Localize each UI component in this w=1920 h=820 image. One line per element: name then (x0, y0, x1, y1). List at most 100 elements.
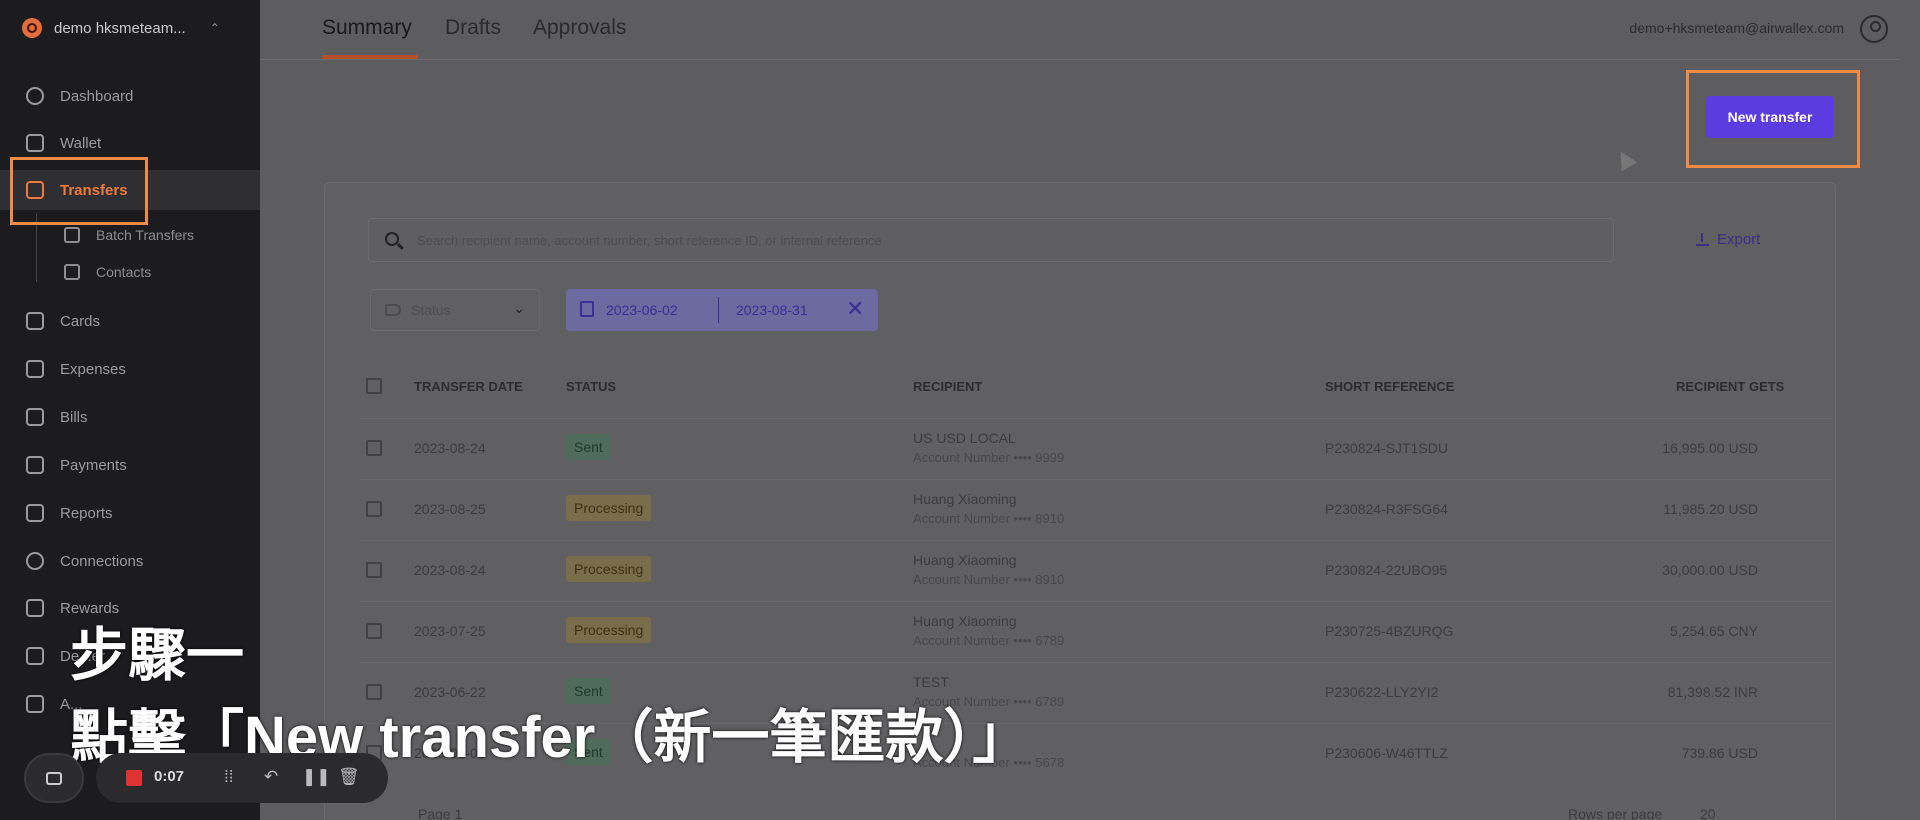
rows-per-page-label: Rows per page (1568, 806, 1663, 820)
recipient-account: Account Number •••• 6789 (913, 633, 1065, 648)
undo-icon[interactable]: ↶ (264, 767, 278, 787)
recipient-name: Huang Xiaoming (913, 552, 1017, 568)
recipient-gets-amount: 5,254.65 CNY (1670, 623, 1758, 639)
recipient-account: Account Number •••• 8910 (913, 511, 1065, 526)
sidebar-item-bills[interactable]: Bills (0, 397, 260, 437)
tag-icon (385, 304, 401, 316)
status-badge: Processing (566, 617, 652, 643)
header-status[interactable]: STATUS (566, 379, 616, 394)
report-icon (26, 504, 44, 522)
row-checkbox[interactable] (366, 501, 382, 517)
header-short-reference[interactable]: SHORT REFERENCE (1325, 379, 1454, 394)
status-filter[interactable]: Status ⌄ (370, 289, 540, 331)
caption-step: 步驟一 (70, 623, 245, 688)
recipient-gets-amount: 11,985.20 USD (1663, 501, 1758, 517)
sidebar-item-label: Reports (60, 504, 113, 522)
grid-icon[interactable]: ⁞⁞ (224, 767, 233, 787)
mouse-cursor-icon (1612, 146, 1638, 172)
date-to: 2023-08-31 (736, 302, 808, 318)
status-badge: Processing (566, 556, 652, 582)
export-label: Export (1717, 231, 1761, 248)
building-icon (26, 695, 44, 713)
transfer-date: 2023-07-25 (414, 623, 486, 639)
org-logo-icon (22, 18, 42, 38)
transfer-date: 2023-08-24 (414, 562, 486, 578)
sidebar-item-label: Expenses (60, 360, 126, 378)
tab-drafts[interactable]: Drafts (445, 16, 501, 40)
recipient-name: US USD LOCAL (913, 430, 1016, 446)
search-input[interactable]: Search recipient name, account number, s… (368, 218, 1614, 262)
recipient-gets-amount: 81,398.52 INR (1667, 684, 1758, 700)
header-transfer-date[interactable]: TRANSFER DATE (414, 379, 523, 394)
date-separator (718, 297, 719, 323)
expenses-icon (26, 360, 44, 378)
recipient-gets-amount: 30,000.00 USD (1662, 562, 1758, 578)
sidebar-item-reports[interactable]: Reports (0, 493, 260, 533)
header-recipient[interactable]: RECIPIENT (913, 379, 982, 394)
recipient-gets-amount: 739.86 USD (1681, 745, 1758, 761)
contacts-icon (64, 264, 80, 280)
monitor-icon (26, 647, 44, 665)
tab-summary[interactable]: Summary (322, 16, 412, 40)
pause-icon[interactable]: ❚❚ (302, 767, 331, 787)
sidebar-item-label: Cards (60, 312, 101, 330)
sidebar-item-label: Connections (60, 552, 144, 570)
org-name: demo hksmeteam... (54, 19, 186, 37)
chevron-updown-icon: ⌃ (209, 21, 220, 35)
short-reference: P230824-22UBO95 (1325, 562, 1448, 578)
sidebar-item-contacts[interactable]: Contacts (0, 255, 260, 289)
camera-toggle[interactable] (24, 753, 84, 803)
search-placeholder: Search recipient name, account number, s… (417, 233, 882, 248)
trophy-icon (26, 599, 44, 617)
header-recipient-gets[interactable]: RECIPIENT GETS (1676, 379, 1784, 394)
recording-controls: 0:07 ⁞⁞ ↶ ❚❚ 🗑 (96, 753, 388, 803)
trash-icon[interactable]: 🗑 (338, 767, 360, 787)
recipient-name: TEST (913, 674, 949, 690)
select-all-checkbox[interactable] (366, 378, 382, 394)
sidebar-item-connections[interactable]: Connections (0, 541, 260, 581)
sidebar-item-label: Bills (60, 408, 88, 426)
sidebar-item-payments[interactable]: Payments (0, 445, 260, 485)
sidebar-item-label: Batch Transfers (96, 227, 195, 243)
row-checkbox[interactable] (366, 440, 382, 456)
export-button[interactable]: Export (1696, 231, 1760, 248)
highlight-transfers (10, 157, 148, 225)
short-reference: P230725-4BZURQG (1325, 623, 1454, 639)
user-profile-icon[interactable] (1860, 15, 1888, 43)
sidebar-item-label: Dashboard (60, 87, 134, 105)
recipient-account: Account Number •••• 9999 (913, 450, 1065, 465)
short-reference: P230824-SJT1SDU (1325, 440, 1448, 456)
row-checkbox[interactable] (366, 623, 382, 639)
row-checkbox[interactable] (366, 562, 382, 578)
status-badge: Sent (566, 434, 611, 460)
sidebar-item-expenses[interactable]: Expenses (0, 349, 260, 389)
tab-approvals[interactable]: Approvals (533, 16, 626, 40)
sidebar-item-dashboard[interactable]: Dashboard (0, 76, 260, 116)
org-switcher[interactable]: demo hksmeteam... ⌃ (22, 18, 220, 38)
sidebar-item-cards[interactable]: Cards (0, 301, 260, 341)
date-from: 2023-06-02 (606, 302, 678, 318)
bills-icon (26, 408, 44, 426)
chevron-down-icon: ⌄ (513, 300, 525, 316)
sidebar-item-label: Contacts (96, 264, 152, 280)
download-icon (1696, 233, 1709, 246)
status-badge: Processing (566, 495, 652, 521)
recipient-gets-amount: 16,995.00 USD (1662, 440, 1758, 456)
dashboard-icon (26, 87, 44, 105)
page-indicator[interactable]: Page 1 (418, 806, 462, 820)
top-bar: Summary Drafts Approvals demo+hksmeteam@… (260, 0, 1900, 60)
rows-per-page-select[interactable]: 20 (1700, 806, 1716, 820)
cart-icon (26, 456, 44, 474)
clear-date-icon[interactable]: ✕ (846, 296, 864, 322)
layers-icon (64, 227, 80, 243)
transfer-date: 2023-08-25 (414, 501, 486, 517)
short-reference: P230606-W46TTLZ (1325, 745, 1448, 761)
stop-recording-button[interactable] (126, 770, 142, 786)
recipient-name: Huang Xiaoming (913, 613, 1017, 629)
date-range-filter[interactable]: 2023-06-02 2023-08-31 ✕ (566, 289, 878, 331)
transfer-date: 2023-08-24 (414, 440, 486, 456)
camera-icon (46, 772, 62, 785)
status-filter-label: Status (411, 302, 451, 318)
sidebar-item-label: Payments (60, 456, 127, 474)
recipient-account: Account Number •••• 8910 (913, 572, 1065, 587)
